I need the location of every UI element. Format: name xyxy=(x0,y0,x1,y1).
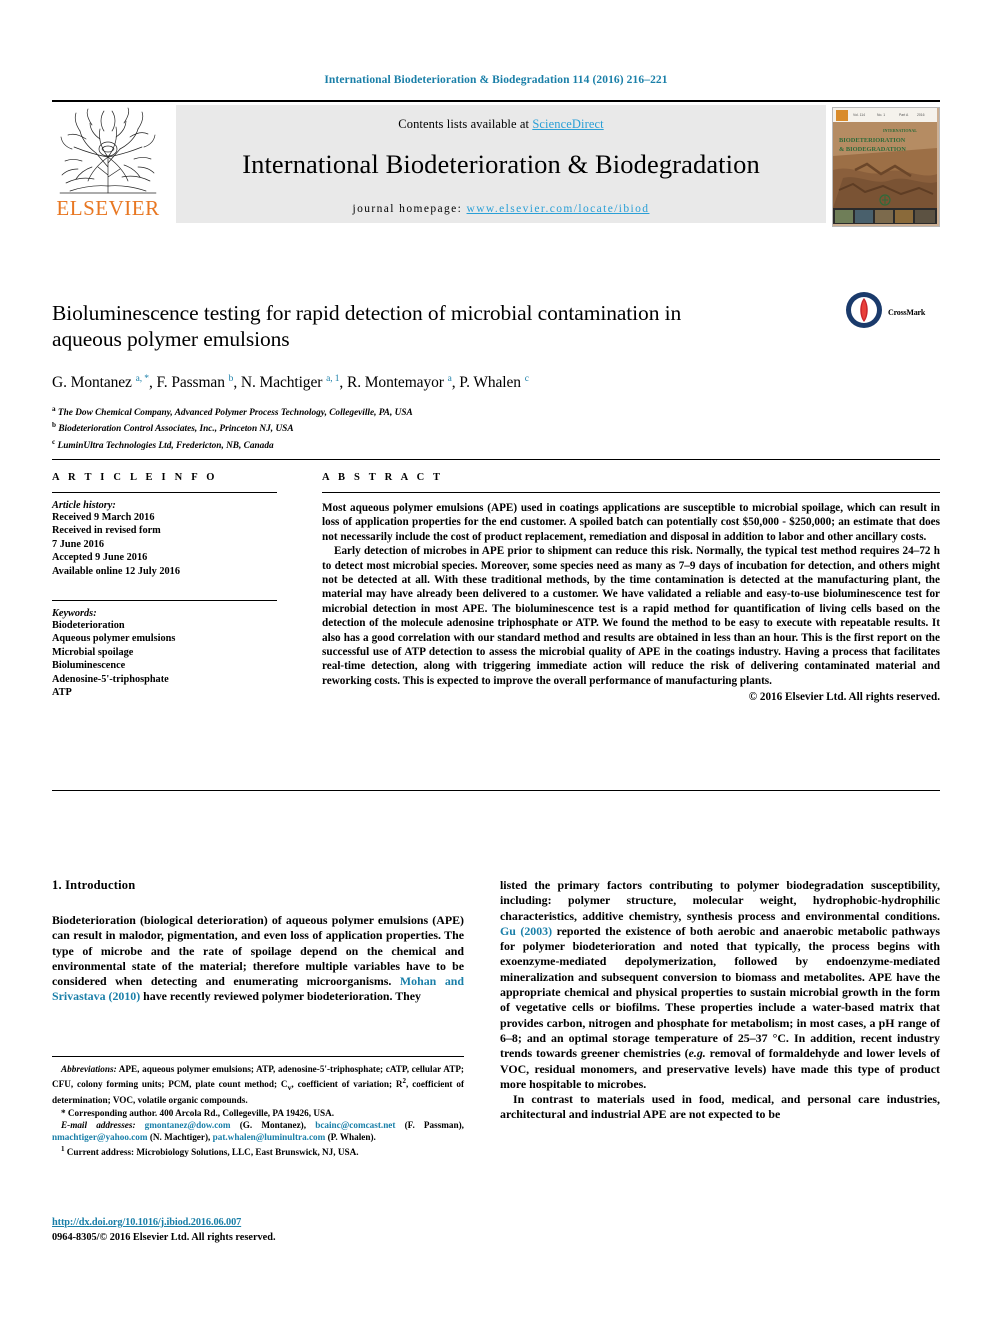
article-history-list: Received 9 March 2016 Received in revised… xyxy=(52,511,282,578)
keywords-block: Keywords: Biodeterioration Aqueous polyme… xyxy=(52,600,282,699)
footnote-block: Abbreviations: APE, aqueous polymer emul… xyxy=(52,1056,464,1158)
svg-text:Vol. 114: Vol. 114 xyxy=(853,113,865,117)
body-column-left: 1. Introduction Biodeterioration (biolog… xyxy=(52,878,464,1005)
contents-available-line: Contents lists available at ScienceDirec… xyxy=(176,105,826,132)
abstract-paragraph: Early detection of microbes in APE prior… xyxy=(322,545,940,687)
affiliation-item: c LuminUltra Technologies Ltd, Frederict… xyxy=(52,437,274,452)
article-history-item: Received in revised form xyxy=(52,525,161,537)
affiliation-list: a The Dow Chemical Company, Advanced Pol… xyxy=(52,403,940,453)
running-head: International Biodeterioration & Biodegr… xyxy=(324,74,668,86)
section-heading-introduction: 1. Introduction xyxy=(52,878,136,892)
abstract-heading: A B S T R A C T xyxy=(322,472,444,483)
svg-text:& BIODEGRADATION: & BIODEGRADATION xyxy=(839,146,906,153)
info-abstract-band: A R T I C L E I N F O Article history: R… xyxy=(52,459,940,791)
article-history-item: Accepted 9 June 2016 xyxy=(52,552,148,564)
doi-link[interactable]: http://dx.doi.org/10.1016/j.ibiod.2016.0… xyxy=(52,1217,241,1228)
intro-paragraph-left: Biodeterioration (biological deteriorati… xyxy=(52,913,465,1004)
article-header: CrossMark Bioluminescence testing for ra… xyxy=(52,286,940,453)
journal-title: International Biodeterioration & Biodegr… xyxy=(242,149,760,179)
elsevier-logo: ELSEVIER xyxy=(52,105,164,223)
divider xyxy=(52,492,277,493)
journal-cover-thumbnail: Vol. 114 No. 1 Part A 2016 INTERNATIONAL BI… xyxy=(832,107,940,227)
crossmark-label: CrossMark xyxy=(888,308,926,317)
elsevier-tree-icon xyxy=(52,105,164,197)
crossmark-badge[interactable]: CrossMark xyxy=(844,290,940,336)
affiliation-item: a The Dow Chemical Company, Advanced Pol… xyxy=(52,404,413,418)
abstract-paragraph: Most aqueous polymer emulsions (APE) use… xyxy=(322,502,940,543)
keyword-item: Aqueous polymer emulsions xyxy=(52,633,176,645)
affiliation-item: b Biodeterioration Control Associates, I… xyxy=(52,421,294,435)
paper-page: International Biodeterioration & Biodegr… xyxy=(0,0,992,1323)
contents-prefix: Contents lists available at xyxy=(398,117,533,131)
article-info-column: A R T I C L E I N F O Article history: R… xyxy=(52,472,282,699)
svg-text:BIODETERIORATION: BIODETERIORATION xyxy=(839,137,906,144)
intro-paragraph-right-1: listed the primary factors contributing … xyxy=(500,878,940,1091)
abbreviations-note: Abbreviations: APE, aqueous polymer emul… xyxy=(52,1064,465,1106)
author-list: G. Montanez a, *, F. Passman b, N. Macht… xyxy=(52,374,529,392)
article-history-item: Received 9 March 2016 xyxy=(52,512,155,523)
keywords-list: Biodeterioration Aqueous polymer emulsion… xyxy=(52,619,282,699)
corresponding-author-note: * Corresponding author. 400 Arcola Rd., … xyxy=(61,1107,334,1118)
abstract-copyright: © 2016 Elsevier Ltd. All rights reserved… xyxy=(748,691,940,704)
sciencedirect-link[interactable]: ScienceDirect xyxy=(532,117,603,131)
body-column-right: listed the primary factors contributing … xyxy=(500,878,940,1123)
current-address-note: 1 Current address: Microbiology Solution… xyxy=(61,1145,359,1158)
svg-text:INTERNATIONAL: INTERNATIONAL xyxy=(883,128,917,133)
footer-doi-block: http://dx.doi.org/10.1016/j.ibiod.2016.0… xyxy=(52,1212,464,1243)
journal-homepage-line: journal homepage: www.elsevier.com/locat… xyxy=(176,180,826,215)
svg-text:2016: 2016 xyxy=(917,113,925,117)
article-info-heading: A R T I C L E I N F O xyxy=(52,472,218,483)
homepage-prefix: journal homepage: xyxy=(352,203,467,215)
keywords-label: Keywords: xyxy=(52,608,97,620)
journal-banner: Contents lists available at ScienceDirec… xyxy=(176,105,826,223)
keyword-item: Microbial spoilage xyxy=(52,646,134,658)
abstract-body: Most aqueous polymer emulsions (APE) use… xyxy=(322,501,940,688)
keyword-item: Bioluminescence xyxy=(52,660,126,672)
article-history-item: 7 June 2016 xyxy=(52,538,105,550)
divider xyxy=(52,600,277,602)
article-history-label: Article history: xyxy=(52,500,116,511)
svg-text:No. 1: No. 1 xyxy=(877,113,885,117)
email-addresses-note: E-mail addresses: gmontanez@dow.com (G. … xyxy=(52,1119,464,1142)
keyword-item: ATP xyxy=(52,687,72,699)
article-history-item: Available online 12 July 2016 xyxy=(52,565,180,577)
issn-copyright-line: 0964-8305/© 2016 Elsevier Ltd. All right… xyxy=(52,1232,276,1243)
divider xyxy=(322,492,940,493)
intro-paragraph-right-2: In contrast to materials used in food, m… xyxy=(500,1092,940,1122)
journal-masthead: ELSEVIER Contents lists available at Sci… xyxy=(52,100,940,227)
elsevier-wordmark: ELSEVIER xyxy=(56,196,160,220)
svg-text:Part A: Part A xyxy=(899,113,909,117)
page-title: Bioluminescence testing for rapid detect… xyxy=(52,301,682,352)
abstract-column: A B S T R A C T Most aqueous polymer emu… xyxy=(322,472,940,703)
keyword-item: Biodeterioration xyxy=(52,620,125,632)
journal-homepage-link[interactable]: www.elsevier.com/locate/ibiod xyxy=(467,203,650,215)
keyword-item: Adenosine-5'-triphosphate xyxy=(52,673,169,685)
